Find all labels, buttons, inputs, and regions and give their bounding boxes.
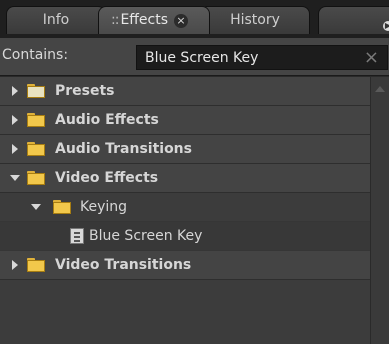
scroll-up-arrow-icon[interactable]	[375, 86, 385, 92]
tree-item-label: Presets	[55, 83, 115, 99]
search-box[interactable]: ×	[136, 45, 388, 70]
tab-overflow[interactable]: ▶	[318, 6, 389, 34]
collapse-arrow-icon[interactable]	[31, 204, 41, 210]
drag-grip-icon[interactable]: ::	[111, 12, 120, 28]
contains-label: Contains:	[2, 47, 69, 63]
collapse-arrow-icon[interactable]	[10, 175, 20, 181]
tree-item-label: Audio Effects	[55, 112, 159, 128]
panel-tab-bar: Info :: Effects × History ▶	[0, 0, 389, 38]
panel-menu-icon[interactable]: ▶	[383, 21, 389, 31]
tab-info-label: Info	[42, 12, 70, 28]
close-tab-icon[interactable]: ×	[174, 14, 189, 28]
expand-arrow-icon[interactable]	[12, 86, 18, 96]
search-row: Contains: ×	[0, 38, 389, 76]
effects-tree: Presets Audio Effects Audio Transitions …	[0, 77, 370, 344]
tree-item-presets[interactable]: Presets	[0, 77, 370, 106]
tree-item-blue-screen-key[interactable]: Blue Screen Key	[0, 222, 370, 251]
tree-item-label: Blue Screen Key	[89, 228, 203, 244]
tab-history[interactable]: History	[200, 6, 310, 34]
tree-item-video-transitions[interactable]: Video Transitions	[0, 251, 370, 280]
tree-item-audio-effects[interactable]: Audio Effects	[0, 106, 370, 135]
tab-history-label: History	[230, 12, 280, 28]
tab-info[interactable]: Info	[6, 6, 106, 34]
tree-item-label: Video Transitions	[55, 257, 192, 273]
folder-icon	[27, 258, 45, 272]
tab-effects-label: Effects	[120, 12, 169, 28]
tree-item-label: Audio Transitions	[55, 141, 192, 157]
folder-icon	[53, 200, 71, 214]
expand-arrow-icon[interactable]	[12, 260, 18, 270]
tree-item-video-effects[interactable]: Video Effects	[0, 164, 370, 193]
tree-item-label: Video Effects	[55, 170, 159, 186]
expand-arrow-icon[interactable]	[12, 144, 18, 154]
tree-item-audio-transitions[interactable]: Audio Transitions	[0, 135, 370, 164]
folder-icon	[27, 171, 45, 185]
tree-item-keying[interactable]: Keying	[0, 193, 370, 222]
search-input[interactable]	[145, 48, 345, 68]
tree-item-label: Keying	[80, 199, 128, 215]
folder-icon	[27, 142, 45, 156]
vertical-scrollbar[interactable]	[370, 77, 389, 344]
presets-folder-icon	[27, 84, 45, 98]
clear-search-icon[interactable]: ×	[364, 47, 379, 69]
expand-arrow-icon[interactable]	[12, 115, 18, 125]
folder-icon	[27, 113, 45, 127]
tab-effects[interactable]: :: Effects ×	[98, 6, 210, 34]
effect-icon	[70, 228, 84, 244]
